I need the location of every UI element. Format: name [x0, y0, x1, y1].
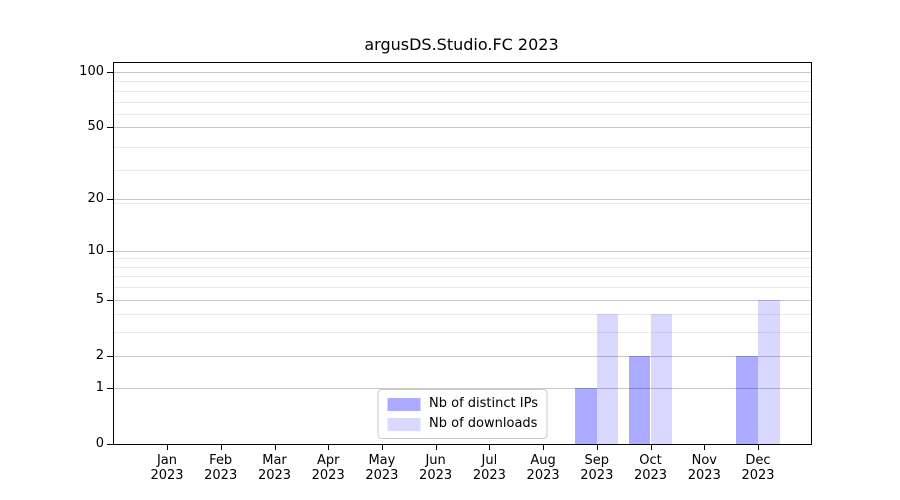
x-axis-tick-mark — [758, 444, 759, 450]
y-axis-tick-label: 5 — [44, 292, 104, 308]
y-gridline-minor — [114, 81, 811, 82]
y-axis-tick-label: 1 — [44, 380, 104, 396]
x-axis-tick-mark — [328, 444, 329, 450]
y-gridline-major — [114, 251, 811, 252]
y-axis-tick-mark — [107, 300, 113, 301]
y-axis-tick-mark — [107, 388, 113, 389]
bar-nb-of-distinct-ips — [575, 388, 597, 444]
x-axis-tick-mark — [275, 444, 276, 450]
bar-nb-of-downloads — [651, 314, 673, 444]
y-axis-tick-label: 100 — [44, 64, 104, 80]
y-axis-tick-mark — [107, 356, 113, 357]
legend-label-distinct-ips: Nb of distinct IPs — [429, 396, 538, 412]
y-gridline-major — [114, 356, 811, 357]
bar-nb-of-downloads — [758, 300, 780, 444]
y-gridline-minor — [114, 203, 811, 204]
plot-area: Nb of distinct IPs Nb of downloads 01251… — [113, 62, 812, 445]
y-gridline-major — [114, 72, 811, 73]
x-axis-tick-mark — [597, 444, 598, 450]
y-gridline-minor — [114, 267, 811, 268]
y-gridline-major — [114, 127, 811, 128]
x-axis-tick-mark — [167, 444, 168, 450]
legend-item-downloads: Nb of downloads — [387, 416, 538, 432]
y-axis-tick-mark — [107, 72, 113, 73]
y-axis-tick-label: 0 — [44, 436, 104, 452]
y-gridline-minor — [114, 287, 811, 288]
y-gridline-minor — [114, 114, 811, 115]
y-gridline-minor — [114, 258, 811, 259]
x-axis-tick-mark — [489, 444, 490, 450]
legend-swatch-distinct-ips — [387, 398, 420, 411]
x-axis-tick-mark — [704, 444, 705, 450]
x-axis-tick-mark — [221, 444, 222, 450]
x-axis-tick-label: Dec 2023 — [726, 453, 790, 483]
legend-item-distinct-ips: Nb of distinct IPs — [387, 396, 538, 412]
x-axis-tick-mark — [543, 444, 544, 450]
y-axis-tick-mark — [107, 444, 113, 445]
y-gridline-minor — [114, 102, 811, 103]
legend: Nb of distinct IPs Nb of downloads — [377, 389, 548, 439]
y-gridline-major — [114, 199, 811, 200]
y-gridline-minor — [114, 314, 811, 315]
y-axis-tick-label: 10 — [44, 243, 104, 259]
bar-nb-of-distinct-ips — [736, 356, 758, 445]
chart-title: argusDS.Studio.FC 2023 — [113, 35, 810, 54]
x-axis-tick-mark — [436, 444, 437, 450]
y-axis-tick-label: 50 — [44, 119, 104, 135]
y-axis-tick-label: 2 — [44, 348, 104, 364]
bar-nb-of-downloads — [597, 314, 619, 444]
y-axis-tick-mark — [107, 127, 113, 128]
y-axis-tick-mark — [107, 251, 113, 252]
y-gridline-minor — [114, 91, 811, 92]
y-gridline-minor — [114, 276, 811, 277]
figure: argusDS.Studio.FC 2023 Nb of distinct IP… — [0, 0, 900, 500]
legend-label-downloads: Nb of downloads — [429, 416, 537, 432]
legend-swatch-downloads — [387, 418, 420, 431]
bar-nb-of-distinct-ips — [629, 356, 651, 445]
y-gridline-major — [114, 300, 811, 301]
x-axis-tick-mark — [651, 444, 652, 450]
y-gridline-minor — [114, 332, 811, 333]
y-axis-tick-label: 20 — [44, 191, 104, 207]
y-axis-tick-mark — [107, 199, 113, 200]
y-gridline-minor — [114, 147, 811, 148]
x-axis-tick-mark — [382, 444, 383, 450]
y-gridline-minor — [114, 170, 811, 171]
